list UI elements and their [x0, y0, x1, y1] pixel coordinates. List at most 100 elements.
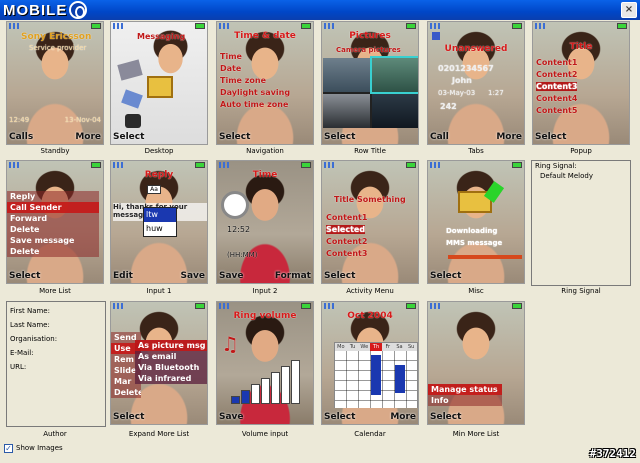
suggestion[interactable]: huw [144, 222, 176, 236]
ring-signal-value[interactable]: Default Melody [532, 171, 630, 181]
popup-item: Content2 [536, 70, 578, 79]
battery-icon [301, 23, 311, 29]
softkey-left: Select [219, 132, 251, 142]
signal-icon [324, 23, 334, 29]
first-name-field[interactable]: First Name: [7, 304, 105, 318]
ring-signal-label: Ring Signal: [535, 162, 577, 170]
min-more-list-menu: Manage status Info [428, 384, 502, 406]
last-name-field[interactable]: Last Name: [7, 318, 105, 332]
menu-item-selected[interactable]: Manage status [428, 384, 502, 395]
theme-preview-row-title[interactable]: Pictures Camera pictures Select [321, 21, 419, 145]
activity-item: Content2 [326, 237, 368, 246]
menu-item[interactable]: Save message [7, 235, 99, 246]
submenu-item[interactable]: Via infrared [135, 373, 207, 384]
theme-preview-desktop[interactable]: Messaging Select [110, 21, 208, 145]
caption-input-2: Input 2 [252, 287, 278, 295]
theme-preview-calendar[interactable]: Oct 2004 Mo Tu We Th Fr Sa Su Select Mor… [321, 301, 419, 425]
softkey-right: More [390, 412, 416, 422]
event-block [371, 355, 381, 395]
menu-item[interactable]: Delete [7, 246, 99, 257]
theme-preview-activity-menu[interactable]: Title Something Content1 Selected Conten… [321, 160, 419, 284]
softkey-left: Save [219, 412, 244, 422]
envelope-icon [147, 76, 173, 98]
caption-tabs: Tabs [468, 147, 484, 155]
theme-preview-expand-more-list[interactable]: Send Use Rem Slide Mar Delete As picture… [110, 301, 208, 425]
theme-preview-misc[interactable]: Downloading MMS message Select [427, 160, 525, 284]
show-images-checkbox[interactable]: ✓ [4, 444, 13, 453]
caption-desktop: Desktop [144, 147, 174, 155]
caption-author: Author [43, 430, 67, 438]
activity-item-selected: Selected [326, 225, 366, 234]
show-images-label: Show Images [16, 444, 63, 452]
menu-item[interactable]: Forward [7, 213, 99, 224]
volume-bar [261, 378, 270, 404]
theme-preview-input-2[interactable]: Time 12:52 (HH:MM) Save Format [216, 160, 314, 284]
signal-icon [9, 23, 19, 29]
volume-bar [281, 366, 290, 404]
theme-preview-popup[interactable]: Title Content1 Content2 Content3 Content… [532, 21, 630, 145]
theme-preview-volume-input[interactable]: Ring volume ♫ Save [216, 301, 314, 425]
menu-item[interactable]: Delete [7, 224, 99, 235]
softkey-left: Select [113, 412, 145, 422]
caption-standby: Standby [40, 147, 70, 155]
event-block [395, 365, 405, 393]
screen-title: Time & date [234, 31, 296, 41]
weekday-label-selected: Th [370, 343, 382, 351]
battery-icon [512, 303, 522, 309]
caption-volume-input: Volume input [241, 430, 289, 438]
menu-item[interactable]: Reply [7, 191, 99, 202]
battery-icon [301, 162, 311, 168]
weekday-label: Fr [385, 344, 391, 350]
theme-preview-more-list[interactable]: Reply Call Sender Forward Delete Save me… [6, 160, 104, 284]
url-field[interactable]: URL: [7, 360, 105, 374]
misc-detail: MMS message [446, 239, 503, 247]
menu-item[interactable]: Delete [111, 387, 141, 398]
volume-bars[interactable] [231, 354, 301, 404]
popup-item: Content4 [536, 94, 578, 103]
softkey-right: Format [274, 271, 311, 281]
theme-preview-navigation[interactable]: Time & date Time Date Time zone Daylight… [216, 21, 314, 145]
softkey-left: Edit [113, 271, 133, 281]
app-logo: MOBILE [3, 1, 88, 19]
battery-icon [91, 162, 101, 168]
caption-row-title: Row Title [354, 147, 386, 155]
battery-icon [195, 162, 205, 168]
theme-preview-tabs[interactable]: Unanswered 0201234567 John 03-May-03 1:2… [427, 21, 525, 145]
battery-icon [91, 23, 101, 29]
progress-bar [448, 255, 522, 259]
caption-min-more-list: Min More List [452, 430, 500, 438]
title-bar: MOBILE × [0, 0, 640, 20]
time-value[interactable]: 12:52 [227, 225, 250, 234]
battery-icon [195, 23, 205, 29]
thumbnail [323, 94, 370, 128]
theme-preview-min-more-list[interactable]: Manage status Info Select [427, 301, 525, 425]
signal-icon [430, 23, 440, 29]
close-button[interactable]: × [621, 2, 637, 18]
battery-icon [301, 303, 311, 309]
calendar-grid[interactable]: Mo Tu We Th Fr Sa Su [334, 342, 418, 408]
thumbnail-grid [323, 56, 418, 128]
caption-popup: Popup [570, 147, 592, 155]
softkey-left: Select [324, 271, 356, 281]
submenu-item-selected[interactable]: As picture msg [135, 340, 207, 351]
email-field[interactable]: E-Mail: [7, 346, 105, 360]
call-time: 1:27 [488, 89, 504, 97]
call-count: 242 [440, 102, 457, 111]
suggestion-selected[interactable]: ltw [144, 208, 176, 222]
theme-preview-standby[interactable]: Sony Ericsson Service provider 12:49 13-… [6, 21, 104, 145]
softkey-left: Select [430, 271, 462, 281]
battery-icon [195, 303, 205, 309]
organisation-field[interactable]: Organisation: [7, 332, 105, 346]
weekday-header: Mo Tu We Th Fr Sa Su [335, 343, 417, 351]
battery-icon [406, 303, 416, 309]
submenu-item[interactable]: Via Bluetooth [135, 362, 207, 373]
menu-item[interactable]: Info [428, 395, 502, 406]
submenu-item[interactable]: As email [135, 351, 207, 362]
theme-preview-input-1[interactable]: Reply Aa Hi, thanks for your message ltw… [110, 160, 208, 284]
battery-icon [512, 162, 522, 168]
menu-item-selected[interactable]: Call Sender [7, 202, 99, 213]
clock-icon [221, 191, 249, 219]
screen-subtitle: Camera pictures [336, 46, 401, 54]
game-icon [125, 114, 141, 128]
popup-item-selected: Content3 [536, 82, 578, 91]
